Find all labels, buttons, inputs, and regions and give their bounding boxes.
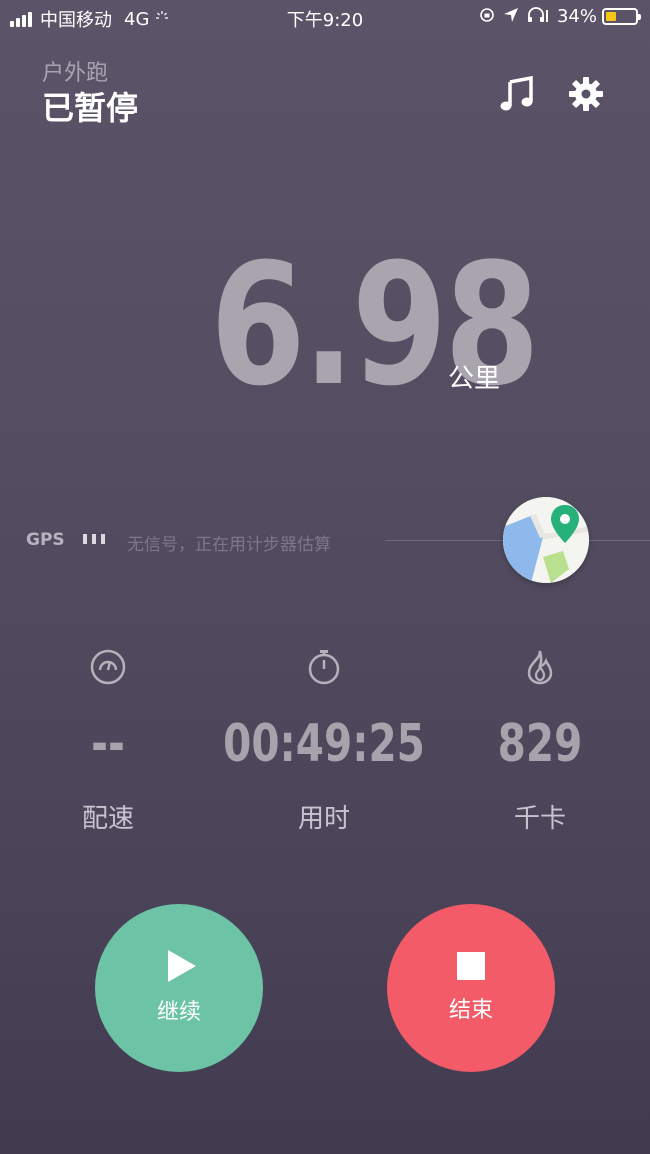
music-note-icon <box>499 75 535 116</box>
gps-signal-icon <box>83 534 110 544</box>
gps-label: GPS <box>26 530 65 550</box>
end-button[interactable]: 结束 <box>387 904 555 1072</box>
music-button[interactable] <box>497 75 537 116</box>
gps-status-message: 无信号，正在用计步器估算 <box>127 535 331 555</box>
run-state-title: 已暂停 <box>42 89 139 127</box>
stop-icon <box>457 952 485 980</box>
calories-label: 千卡 <box>513 804 566 834</box>
pace-label: 配速 <box>81 804 134 834</box>
distance-unit: 公里 <box>448 364 501 394</box>
status-bar-right: 34% <box>471 6 641 27</box>
battery-percent: 34% <box>556 6 597 27</box>
battery-icon <box>602 8 641 25</box>
stopwatch-icon <box>304 647 344 687</box>
play-icon <box>168 950 196 982</box>
duration-label: 用时 <box>297 804 350 834</box>
resume-label: 继续 <box>156 1000 201 1025</box>
end-label: 结束 <box>448 998 493 1023</box>
orientation-lock-icon <box>479 7 495 27</box>
speedometer-icon <box>88 647 128 687</box>
headphones-icon <box>527 6 549 27</box>
calories-value: 829 <box>497 714 583 774</box>
resume-button[interactable]: 继续 <box>95 904 263 1072</box>
battery-level-fill <box>606 12 616 21</box>
status-bar: 中国移动 4G 下午9:20 34% <box>0 0 650 34</box>
gear-icon <box>568 76 604 116</box>
pace-value: -- <box>91 714 125 774</box>
duration-value: 00:49:25 <box>223 714 425 774</box>
map-button[interactable] <box>503 497 589 583</box>
location-arrow-icon <box>503 7 519 27</box>
flame-icon <box>520 647 560 687</box>
map-pin-icon <box>503 497 589 583</box>
settings-button[interactable] <box>566 76 606 116</box>
